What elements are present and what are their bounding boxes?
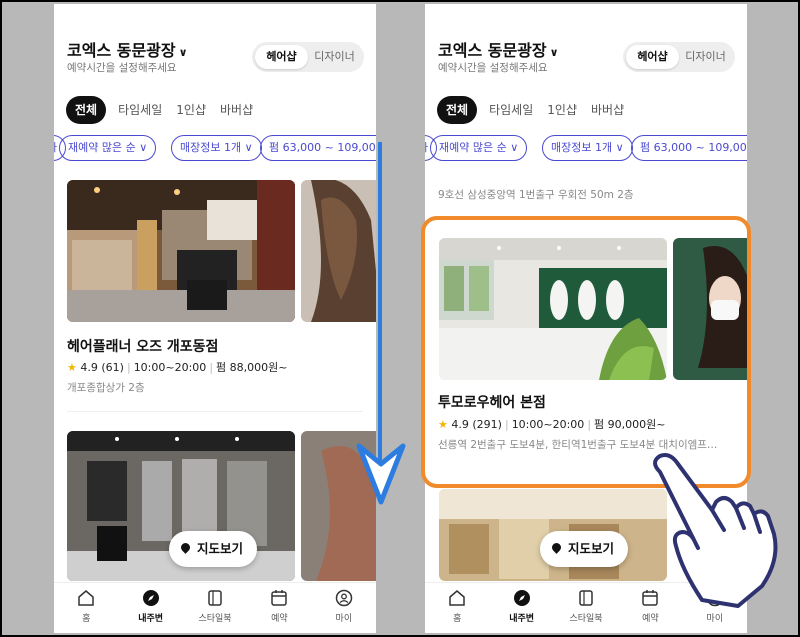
location-selector[interactable]: 코엑스 동문광장 ∨ [67,37,188,61]
nav-nearby[interactable]: 내주변 [118,583,182,633]
map-pin-icon [179,541,192,554]
tab-timesale[interactable]: 타임세일 [487,96,535,124]
rating: 4.9 [80,361,98,374]
salon-meta: ★ 4.9 (61) | 10:00~20:00 | 펌 88,000원~ [67,361,288,374]
filter-chip-info[interactable]: 매장정보 1개 ∨ [542,135,633,161]
nav-home[interactable]: 홈 [54,583,118,633]
book-icon [579,590,593,606]
location-subtitle: 예약시간을 설정해주세요 [438,62,548,74]
bottom-nav: 홈 내주변 스타일북 예약 마이 [54,582,376,633]
filter-chip-price[interactable]: 펌 63,000 ~ 109,000원 [260,135,376,161]
arrow-down-icon [356,443,406,505]
location-selector[interactable]: 코엑스 동문광장 ∨ [438,37,559,61]
scroll-arrow-shaft [378,142,382,468]
filter-chip-sort[interactable]: 재예약 많은 순 ∨ [59,135,157,161]
shop-designer-toggle: 헤어샵 디자이너 [252,42,364,72]
book-icon [208,590,222,606]
tab-barbershop[interactable]: 바버샵 [218,96,255,124]
filter-chip-price[interactable]: 펌 63,000 ~ 109,000원 [631,135,747,161]
chevron-down-icon: ∨ [549,46,559,59]
segment-designer[interactable]: 디자이너 [679,45,732,69]
chevron-down-icon: ∨ [178,46,188,59]
salon-interior-image [67,180,295,322]
review-count: (61) [101,361,124,374]
tab-barbershop[interactable]: 바버샵 [589,96,626,124]
salon-address: 개포종합상가 2층 [67,382,145,394]
filter-chip-info[interactable]: 매장정보 1개 ∨ [171,135,262,161]
pointing-hand-icon [653,453,778,608]
profile-icon [335,589,353,607]
calendar-icon [271,590,288,606]
tab-all[interactable]: 전체 [66,96,107,124]
segment-hairshop[interactable]: 헤어샵 [255,45,308,69]
divider [67,411,363,412]
salon-photo[interactable] [67,180,295,322]
home-icon [449,590,465,606]
chevron-down-icon: ∨ [615,141,624,154]
location-title: 코엑스 동문광장 [438,41,547,60]
segment-hairshop[interactable]: 헤어샵 [626,45,679,69]
tab-all[interactable]: 전체 [437,96,478,124]
category-tabs: 전체 타임세일 1인샵 바버샵 [66,96,255,124]
highlight-box [421,216,751,488]
map-pin-icon [550,541,563,554]
shop-designer-toggle: 헤어샵 디자이너 [623,42,735,72]
prev-salon-address: 9호선 삼성중앙역 1번출구 우회전 50m 2층 [438,189,634,201]
chevron-down-icon: ∨ [510,141,519,154]
compass-icon [142,590,159,606]
nav-stylebook[interactable]: 스타일북 [183,583,247,633]
nav-my[interactable]: 마이 [312,583,376,633]
map-view-button[interactable]: 지도보기 [540,531,629,567]
tab-one-person-shop[interactable]: 1인샵 [174,96,208,124]
star-icon: ★ [67,361,77,374]
segment-designer[interactable]: 디자이너 [308,45,361,69]
salon-photo[interactable] [301,180,376,322]
tab-one-person-shop[interactable]: 1인샵 [545,96,579,124]
location-subtitle: 예약시간을 설정해주세요 [67,62,177,74]
left-phone-screen: 코엑스 동문광장 ∨ 예약시간을 설정해주세요 헤어샵 디자이너 전체 타임세일 … [54,4,376,633]
salon-name[interactable]: 헤어플래너 오즈 개포동점 [67,336,218,356]
nav-home[interactable]: 홈 [425,583,489,633]
map-view-button[interactable]: 지도보기 [169,531,258,567]
hairstyle-image [301,180,376,322]
tutorial-frame: 코엑스 동문광장 ∨ 예약시간을 설정해주세요 헤어샵 디자이너 전체 타임세일 … [2,2,798,635]
tab-timesale[interactable]: 타임세일 [116,96,164,124]
nav-nearby[interactable]: 내주변 [489,583,553,633]
location-title: 코엑스 동문광장 [67,41,176,60]
nav-stylebook[interactable]: 스타일북 [554,583,618,633]
chevron-down-icon: ∨ [244,141,253,154]
price: 펌 88,000원~ [216,361,288,374]
business-hours: 10:00~20:00 [133,361,207,374]
filter-chips: 화 재예약 많은 순 ∨ 매장정보 1개 ∨ 펌 63,000 ~ 109,00… [54,135,376,161]
chevron-down-icon: ∨ [139,141,148,154]
nav-reservation[interactable]: 예약 [247,583,311,633]
compass-icon [513,590,530,606]
home-icon [78,590,94,606]
filter-chip-sort[interactable]: 재예약 많은 순 ∨ [430,135,528,161]
filter-chips: 화 재예약 많은 순 ∨ 매장정보 1개 ∨ 펌 63,000 ~ 109,00… [425,135,747,161]
category-tabs: 전체 타임세일 1인샵 바버샵 [437,96,626,124]
